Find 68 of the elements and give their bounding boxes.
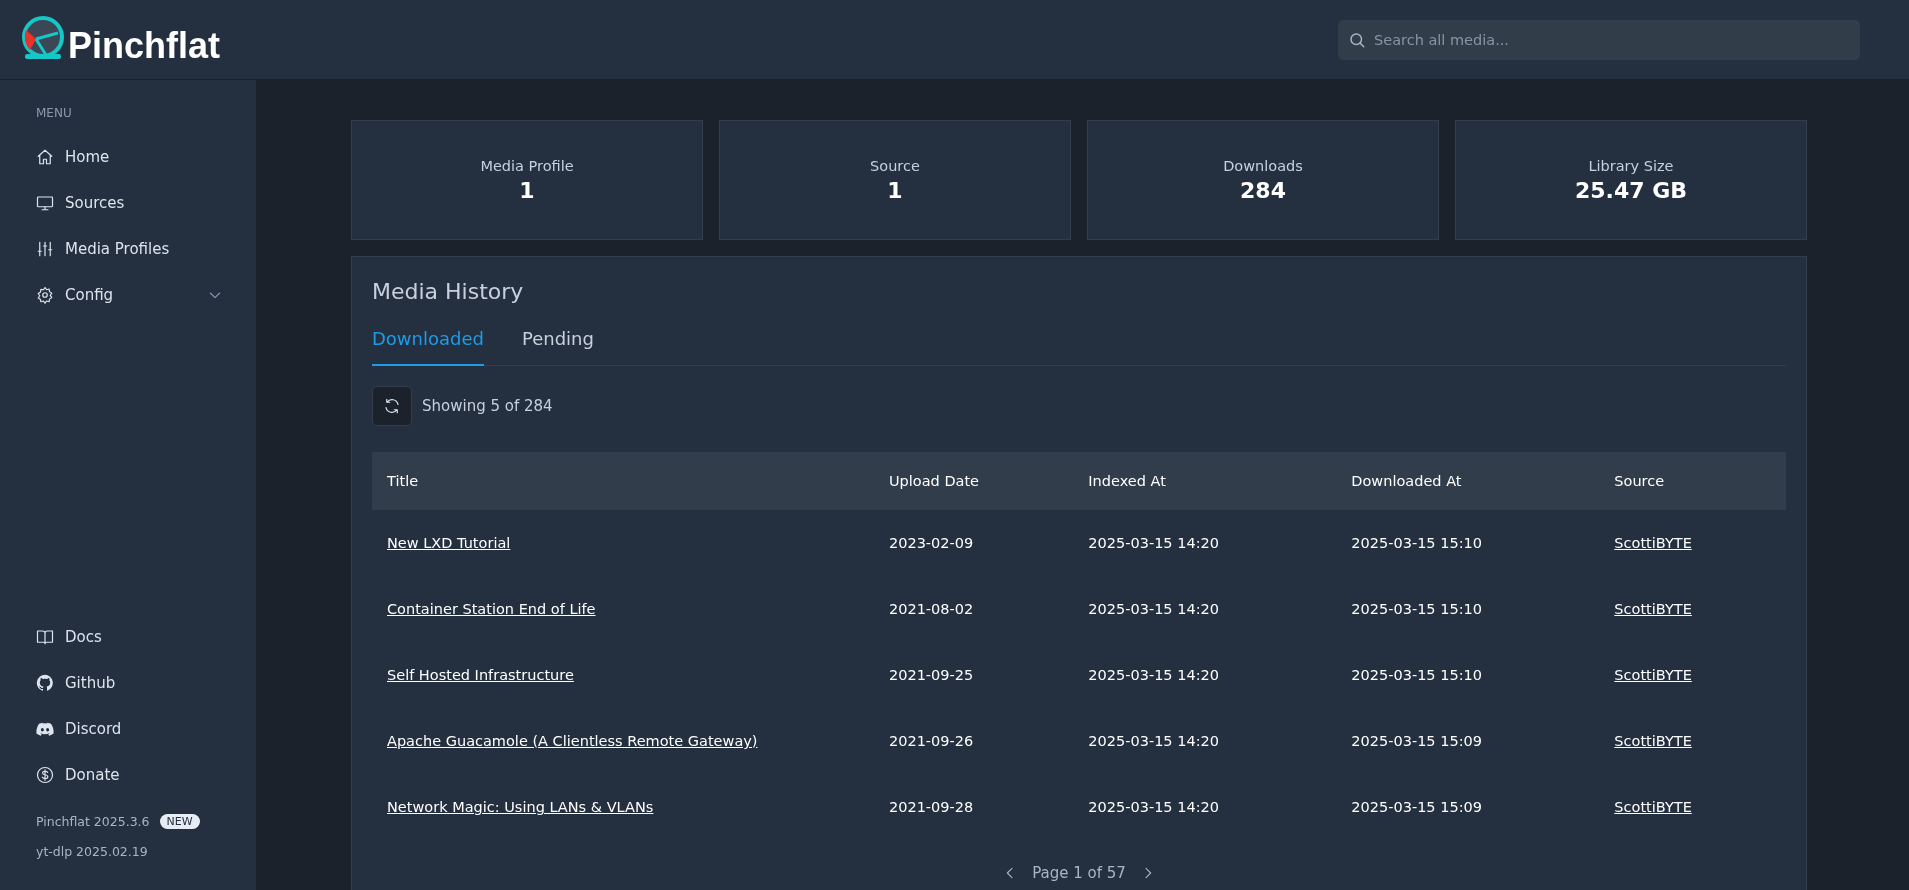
version-text: yt-dlp 2025.02.19 <box>36 843 148 859</box>
source-link[interactable]: ScottiBYTE <box>1614 733 1692 749</box>
tab[interactable]: Downloaded <box>372 316 484 366</box>
new-badge: NEW <box>159 813 200 829</box>
date-cell-text: 2025-03-15 15:10 <box>1350 600 1483 619</box>
monitor-icon <box>36 194 54 212</box>
nav-link[interactable]: Home <box>0 134 256 180</box>
title-link[interactable]: Container Station End of Life <box>387 601 596 617</box>
date-cell-text: 2025-03-15 14:20 <box>1087 600 1220 619</box>
stat-label: Media Profile <box>480 157 574 174</box>
column-header: Indexed At <box>1073 452 1337 510</box>
date-cell: 2025-03-15 15:10 <box>1336 510 1600 576</box>
refresh-icon <box>383 397 401 415</box>
version-text: Pinchflat 2025.3.6 <box>36 813 150 829</box>
settings-icon <box>36 286 54 304</box>
nav-link[interactable]: Docs <box>0 614 256 660</box>
date-cell: 2025-03-15 14:20 <box>1073 510 1337 576</box>
date-cell: 2023-02-09 <box>873 510 1074 576</box>
dollar-icon <box>36 766 54 784</box>
stat-label: Library Size <box>1588 157 1674 174</box>
home-icon <box>36 148 54 166</box>
column-header: Source <box>1599 452 1786 510</box>
date-cell-text: 2021-09-26 <box>887 732 975 751</box>
column-header: Upload Date <box>873 452 1074 510</box>
date-cell-text: 2021-09-28 <box>887 798 975 817</box>
page-indicator: Page 1 of 57 <box>1032 864 1126 882</box>
octocat-icon <box>36 674 54 692</box>
source-link[interactable]: ScottiBYTE <box>1614 799 1692 815</box>
nav-link[interactable]: Donate <box>0 752 256 798</box>
title-link[interactable]: Self Hosted Infrastructure <box>387 667 574 683</box>
source-link[interactable]: ScottiBYTE <box>1614 535 1692 551</box>
date-cell-text: 2025-03-15 14:20 <box>1087 732 1220 751</box>
sliders-icon <box>36 240 54 258</box>
date-cell-text: 2025-03-15 15:10 <box>1350 666 1483 685</box>
date-cell-text: 2021-09-25 <box>887 666 975 685</box>
nav-link[interactable]: Discord <box>0 706 256 752</box>
title-link[interactable]: Network Magic: Using LANs & VLANs <box>387 799 654 815</box>
book-icon <box>36 628 54 646</box>
stat-value: 25.47 GB <box>1574 177 1688 203</box>
tab[interactable]: Pending <box>522 316 594 366</box>
stat-value: 1 <box>519 177 535 203</box>
column-header: Title <box>372 452 874 510</box>
game-controller-icon <box>36 720 54 738</box>
date-cell-text: 2025-03-15 15:09 <box>1350 798 1483 817</box>
date-cell-text: 2021-08-02 <box>887 600 975 619</box>
nav-link[interactable]: Media Profiles <box>0 226 256 272</box>
brand-name: Pinchflat <box>68 27 220 64</box>
stat-value: 1 <box>887 177 903 203</box>
title-link[interactable]: Apache Guacamole (A Clientless Remote Gateway) <box>387 733 758 749</box>
stat-value: 284 <box>1240 177 1286 203</box>
stat-label: Source <box>870 157 920 174</box>
nav-link[interactable]: Sources <box>0 180 256 226</box>
showing-count: Showing 5 of 284 <box>422 397 553 415</box>
search-field[interactable]: Search all media... <box>1338 19 1860 60</box>
source-link[interactable]: ScottiBYTE <box>1614 601 1692 617</box>
date-cell-text: 2025-03-15 14:20 <box>1087 798 1220 817</box>
date-cell-text: 2025-03-15 15:09 <box>1350 732 1483 751</box>
column-header: Downloaded At <box>1336 452 1600 510</box>
nav-link[interactable]: Config <box>0 272 256 318</box>
date-cell-text: 2025-03-15 14:20 <box>1087 666 1220 685</box>
nav-link[interactable]: Github <box>0 660 256 706</box>
stat-label: Downloads <box>1223 157 1303 174</box>
panel-title: Media History <box>372 279 524 304</box>
refresh-button[interactable] <box>372 386 412 426</box>
source-link[interactable]: ScottiBYTE <box>1614 667 1692 683</box>
logo-icon <box>20 15 66 60</box>
menu-heading: MENU <box>35 106 73 120</box>
title-link[interactable]: New LXD Tutorial <box>387 535 511 551</box>
